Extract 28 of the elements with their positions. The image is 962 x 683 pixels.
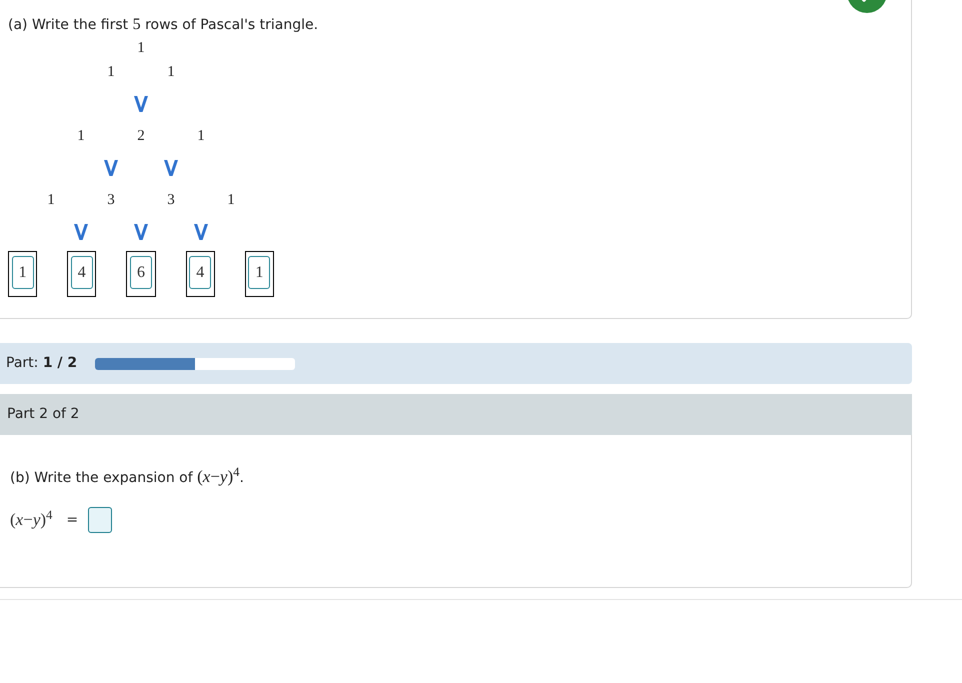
triangle-number: 1	[46, 190, 56, 210]
triangle-number: 1	[136, 38, 146, 58]
chevron-down-icon	[134, 224, 148, 240]
triangle-number: 3	[166, 190, 176, 210]
answer-field[interactable]: 4	[70, 256, 93, 289]
equals-sign: =	[66, 510, 78, 530]
answer-field[interactable]: 6	[130, 256, 152, 289]
chevron-down-icon	[134, 96, 148, 112]
answer-field[interactable]: 1	[248, 256, 270, 289]
triangle-number: 1	[106, 62, 116, 82]
triangle-number: 1	[166, 62, 176, 82]
triangle-number: 1	[196, 126, 206, 146]
chevron-down-icon	[164, 160, 178, 176]
part-title: Part 2 of 2	[7, 405, 80, 424]
triangle-number: 1	[76, 126, 86, 146]
answer-field[interactable]: 4	[189, 256, 212, 289]
triangle-number: 2	[136, 126, 146, 146]
chevron-down-icon	[194, 224, 208, 240]
triangle-number: 1	[226, 190, 236, 210]
question-text: (b) Write the expansion of (x−y)$^{4}$.	[10, 465, 244, 488]
chevron-down-icon	[74, 224, 88, 240]
answer-field[interactable]: 1	[12, 256, 34, 289]
math-expression: (x−y)$^{4}$	[10, 507, 52, 532]
answer-field[interactable]	[88, 507, 112, 533]
question-text: (a) Write the first 5 rows of Pascal's triangle.	[8, 16, 318, 34]
triangle-number: 3	[106, 190, 116, 210]
part-indicator: Part: 1 / 2	[6, 354, 78, 373]
chevron-down-icon	[104, 160, 118, 176]
